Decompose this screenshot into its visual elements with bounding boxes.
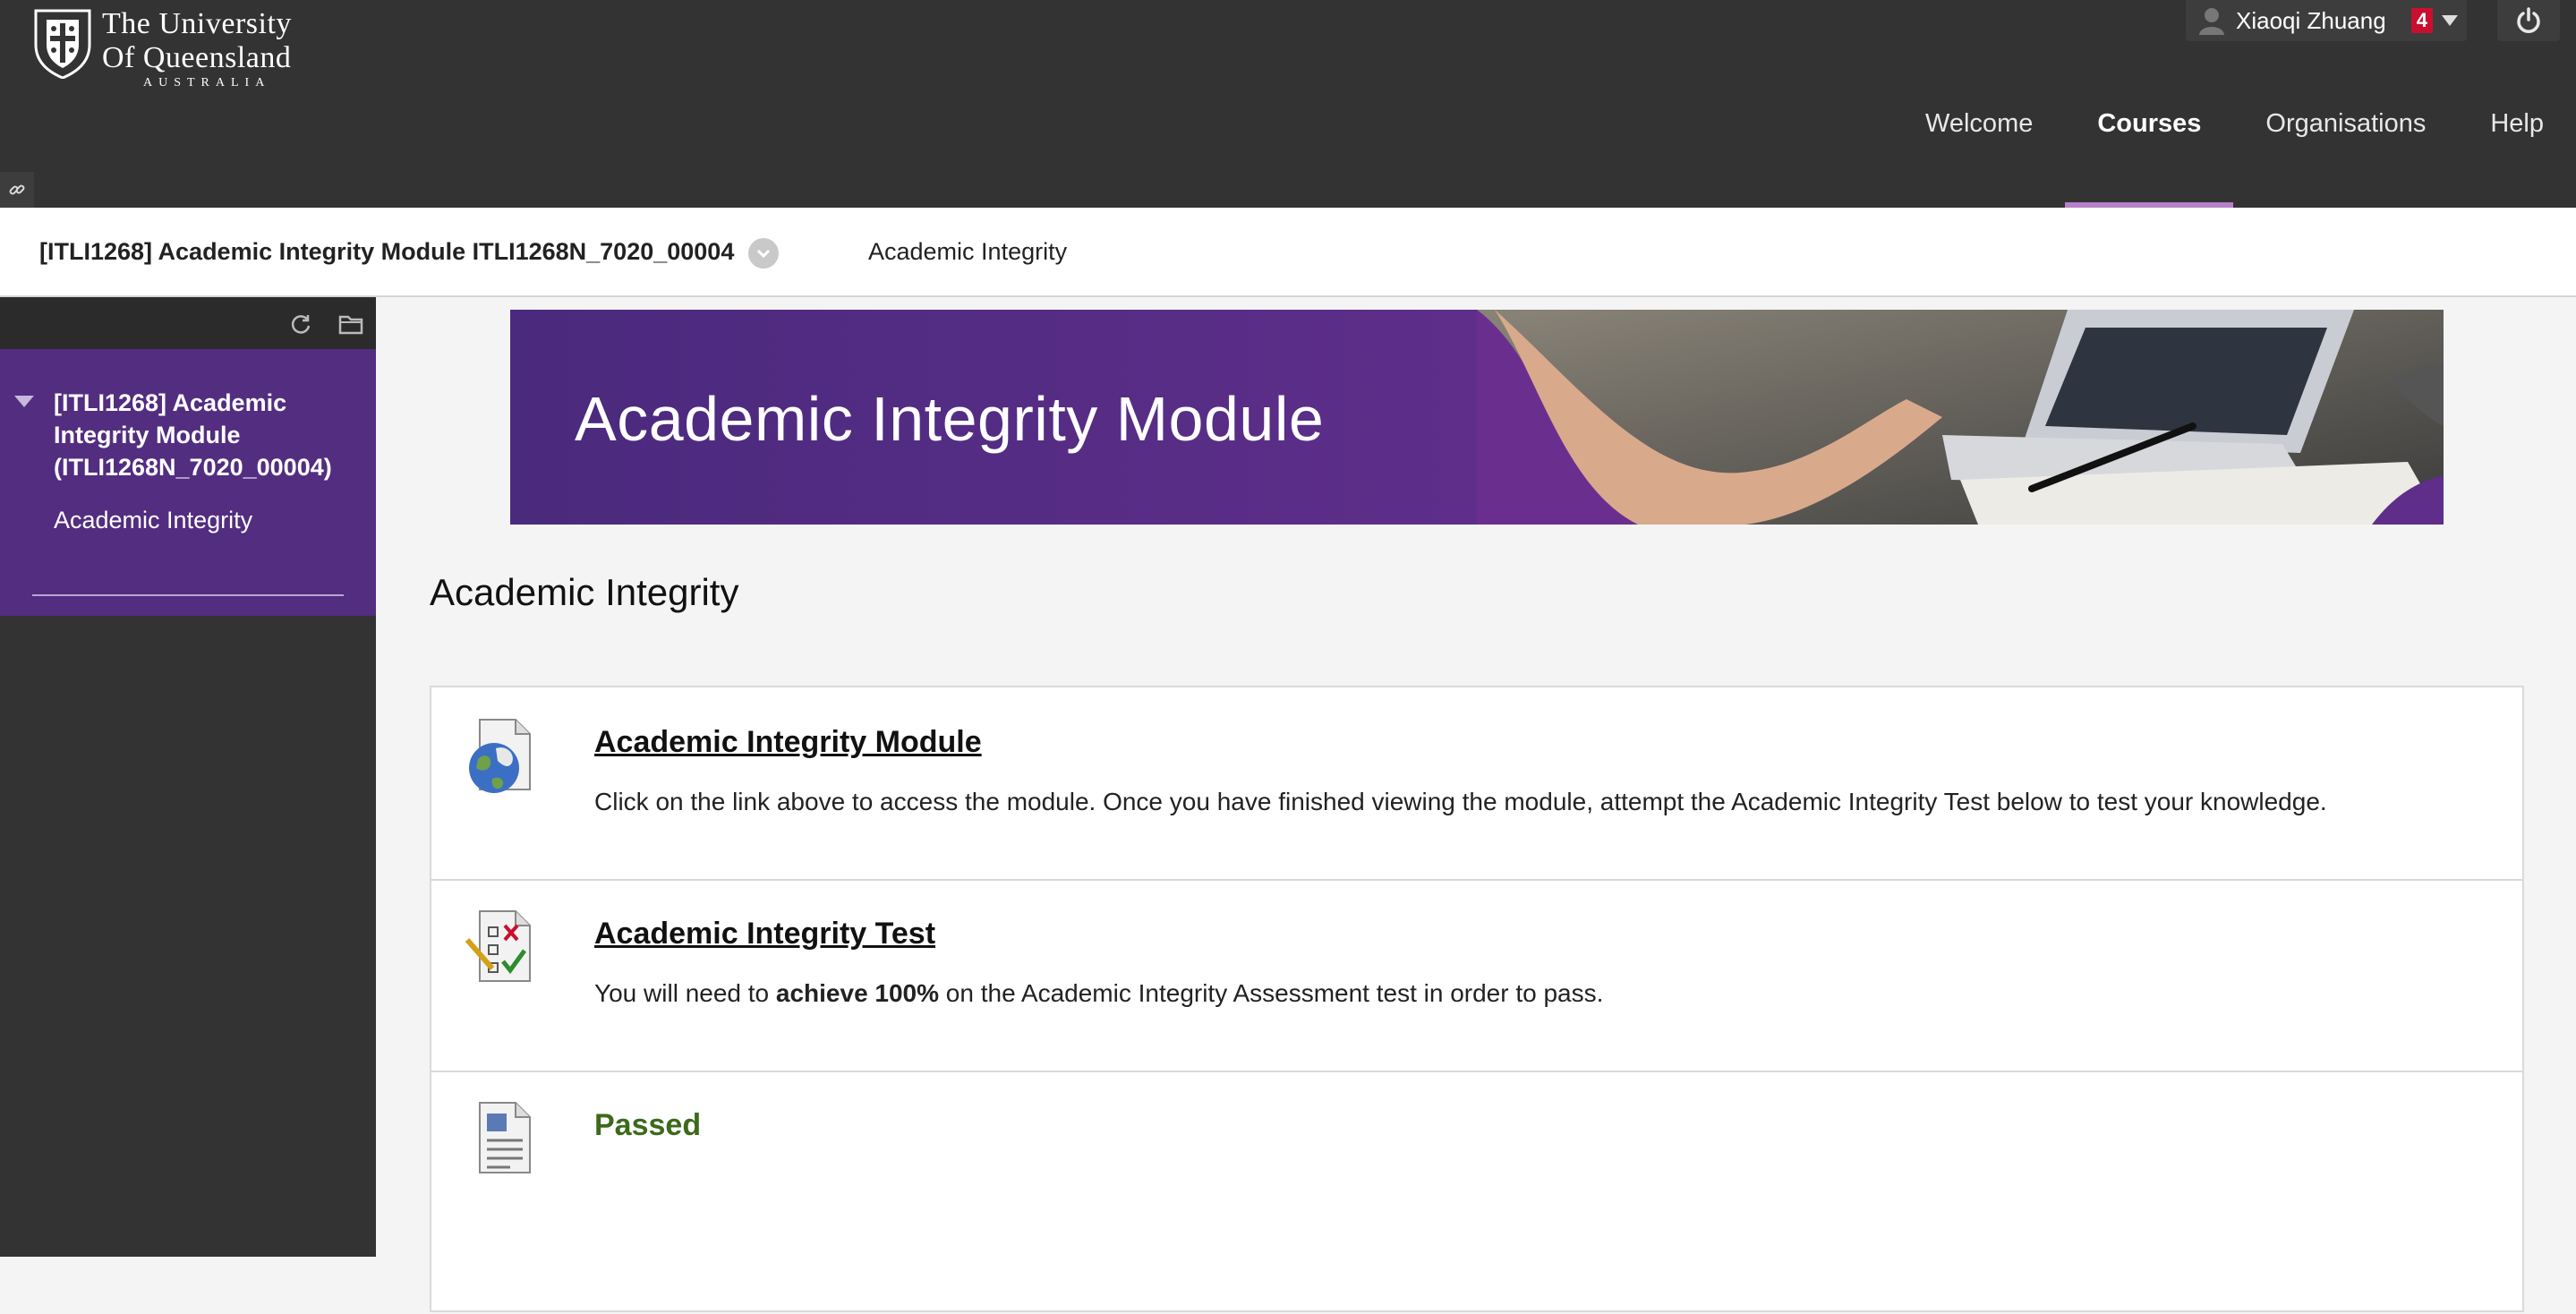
list-item: Academic Integrity Module Click on the l… <box>431 687 2522 881</box>
uq-crest-icon <box>34 9 91 80</box>
logo-line-3: AUSTRALIA <box>143 76 271 90</box>
folder-icon <box>338 315 363 335</box>
list-item: Academic Integrity Test You will need to… <box>431 879 2522 1072</box>
course-menu-panel: [ITLI1268] Academic Integrity Module (IT… <box>0 349 376 616</box>
course-banner: Academic Integrity Module <box>510 310 2444 525</box>
logo-line-1: The University <box>102 7 292 40</box>
logout-button[interactable] <box>2497 0 2560 41</box>
refresh-button[interactable] <box>286 310 315 338</box>
main-nav: Welcome Courses Organisations Help <box>1893 90 2576 208</box>
chevron-down-icon <box>756 249 771 259</box>
user-icon <box>2199 8 2224 35</box>
breadcrumb-menu-toggle[interactable] <box>748 238 779 269</box>
test-checklist-icon <box>465 910 531 982</box>
academic-integrity-test-link[interactable]: Academic Integrity Test <box>594 917 935 951</box>
quick-links-button[interactable] <box>0 172 34 208</box>
breadcrumb-course[interactable]: [ITLI1268] Academic Integrity Module ITL… <box>39 238 734 266</box>
uq-logo[interactable]: The University Of Queensland AUSTRALIA <box>34 9 303 90</box>
breadcrumb: [ITLI1268] Academic Integrity Module ITL… <box>0 208 2576 297</box>
collapse-caret-icon[interactable] <box>14 396 34 407</box>
description-text: on the Academic Integrity Assessment tes… <box>939 979 1604 1007</box>
nav-tab-courses[interactable]: Courses <box>2065 90 2234 208</box>
academic-integrity-module-link[interactable]: Academic Integrity Module <box>594 725 982 760</box>
nav-tab-organisations[interactable]: Organisations <box>2233 90 2458 208</box>
course-menu: [ITLI1268] Academic Integrity Module (IT… <box>0 297 376 1257</box>
refresh-icon <box>291 315 311 334</box>
logo-text: The University Of Queensland AUSTRALIA <box>102 9 292 90</box>
course-menu-toolbar <box>0 297 376 349</box>
folder-view-button[interactable] <box>337 310 365 338</box>
nav-tab-welcome[interactable]: Welcome <box>1893 90 2065 208</box>
logo-line-2: Of Queensland <box>102 41 292 74</box>
breadcrumb-current: Academic Integrity <box>868 238 1068 265</box>
notification-badge[interactable]: 4 <box>2410 8 2433 33</box>
divider <box>32 594 344 596</box>
course-menu-title[interactable]: [ITLI1268] Academic Integrity Module (IT… <box>54 387 358 483</box>
web-link-globe-icon <box>469 719 531 793</box>
banner-title: Academic Integrity Module <box>575 384 1325 454</box>
document-item-icon <box>479 1102 531 1173</box>
item-description: Click on the link above to access the mo… <box>594 788 2327 815</box>
description-text: You will need to <box>594 979 776 1007</box>
content-list: Academic Integrity Module Click on the l… <box>430 686 2524 1312</box>
link-icon <box>9 184 25 195</box>
user-name: Xiaoqi Zhuang <box>2236 6 2386 34</box>
passed-status: Passed <box>594 1108 702 1142</box>
chevron-down-icon[interactable] <box>2441 15 2458 26</box>
sidebar-item-academic-integrity[interactable]: Academic Integrity <box>54 507 252 534</box>
top-header: The University Of Queensland AUSTRALIA X… <box>0 0 2576 208</box>
nav-tab-help[interactable]: Help <box>2458 90 2576 208</box>
user-menu[interactable]: Xiaoqi Zhuang 4 <box>2186 0 2467 41</box>
description-emphasis: achieve 100% <box>775 979 940 1007</box>
page-title: Academic Integrity <box>430 571 739 613</box>
list-item: Passed <box>431 1071 2522 1314</box>
item-description: You will need to achieve 100% on the Aca… <box>594 979 1603 1008</box>
power-icon <box>2517 7 2540 33</box>
